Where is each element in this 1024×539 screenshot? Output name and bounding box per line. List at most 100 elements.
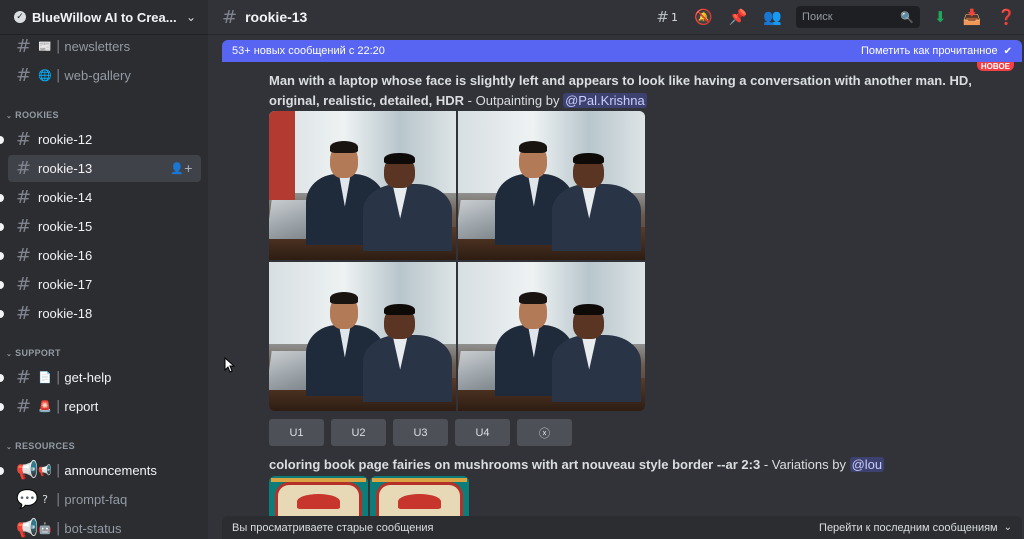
user-mention[interactable]: @lou	[849, 457, 885, 472]
upscale-2-button[interactable]: U2	[331, 419, 386, 446]
help-button[interactable]: ❓	[997, 8, 1016, 26]
unread-indicator	[0, 280, 4, 289]
chevron-down-icon: ⌄	[1003, 522, 1012, 533]
newspaper-icon: 📰	[38, 40, 52, 53]
verified-check-icon: ✓	[14, 11, 26, 23]
old-messages-notice: Вы просматриваете старые сообщения	[232, 521, 434, 534]
old-messages-bar: Вы просматриваете старые сообщения Перей…	[222, 516, 1022, 539]
download-icon: ⬇	[934, 8, 947, 26]
header-toolbar: #1 🔕 📌 👥 🔍 ⬇ 📥 ❓	[648, 0, 1024, 34]
siren-icon: 🚨	[38, 400, 52, 413]
megaphone-icon: 📢	[16, 518, 39, 539]
hash-icon: #	[16, 187, 32, 208]
channel-rookie-14[interactable]: # rookie-14	[0, 184, 201, 211]
upscale-4-button[interactable]: U4	[455, 419, 510, 446]
cancel-icon[interactable]: ⓧ	[517, 419, 572, 446]
channel-title: rookie-13	[245, 9, 308, 25]
hash-icon: #	[16, 274, 32, 295]
channel-newsletters[interactable]: # 📰 | newsletters	[8, 33, 201, 60]
channel-web-gallery[interactable]: # 🌐 | web-gallery	[8, 62, 201, 89]
unread-indicator	[0, 466, 4, 475]
hash-icon: #	[222, 6, 238, 28]
channel-rookie-18[interactable]: # rookie-18	[0, 300, 201, 327]
upscale-1-button[interactable]: U1	[269, 419, 324, 446]
threads-icon: #	[656, 8, 669, 26]
channel-rookie-12[interactable]: # rookie-12	[0, 126, 201, 153]
generated-image[interactable]	[458, 262, 645, 411]
bell-off-icon: 🔕	[693, 8, 713, 26]
jump-to-present-button[interactable]: Перейти к последним сообщениям ⌄	[819, 522, 1012, 534]
channel-rookie-16[interactable]: # rookie-16	[0, 242, 201, 269]
inbox-icon: 📥	[962, 8, 982, 26]
help-icon: ❓	[997, 8, 1016, 26]
hash-icon: #	[16, 36, 32, 57]
prompt-text: coloring book page fairies on mushrooms …	[269, 457, 761, 472]
unread-indicator	[0, 309, 4, 318]
new-messages-bar[interactable]: 53+ новых сообщений с 22:20 Пометить как…	[222, 40, 1022, 62]
image-grid[interactable]	[269, 111, 645, 411]
server-name: BlueWillow AI to Crea...	[32, 9, 177, 25]
category-support[interactable]: ⌄ SUPPORT	[6, 348, 61, 358]
hash-icon: #	[16, 65, 32, 86]
server-header[interactable]: ✓ BlueWillow AI to Crea... ⌄	[0, 0, 208, 34]
hash-icon: #	[16, 158, 32, 179]
chevron-down-icon: ⌄	[6, 444, 13, 451]
channel-get-help[interactable]: # 📄 | get-help	[0, 364, 201, 391]
generated-image[interactable]	[269, 262, 456, 411]
hash-icon: #	[16, 303, 32, 324]
hash-icon: #	[16, 245, 32, 266]
search-icon: 🔍	[900, 10, 915, 24]
chevron-down-icon: ⌄	[6, 113, 13, 120]
robot-icon: 🤖	[38, 522, 52, 535]
hash-icon: #	[16, 396, 32, 417]
mute-button[interactable]: 🔕	[694, 8, 713, 26]
threads-button[interactable]: #1	[656, 8, 678, 26]
unread-indicator	[0, 193, 4, 202]
channel-prompt-faq[interactable]: 💬 ? | prompt-faq	[8, 486, 201, 513]
channel-sidebar: ✓ BlueWillow AI to Crea... ⌄ # 📰 | newsl…	[0, 0, 208, 539]
hash-icon: #	[16, 367, 32, 388]
generated-image[interactable]	[269, 111, 456, 260]
channel-rookie-17[interactable]: # rookie-17	[0, 271, 201, 298]
globe-icon: 🌐	[38, 69, 52, 82]
unread-indicator	[0, 222, 4, 231]
search-box[interactable]: 🔍	[796, 6, 921, 28]
unread-indicator	[0, 251, 4, 260]
new-divider-badge: НОВОЕ	[976, 62, 1014, 71]
category-resources[interactable]: ⌄ RESOURCES	[6, 441, 75, 451]
document-icon: 📄	[38, 371, 52, 384]
generated-image[interactable]	[458, 111, 645, 260]
question-icon: ?	[42, 493, 48, 506]
hash-icon: #	[16, 216, 32, 237]
mark-read-icon: ✔	[1003, 45, 1012, 57]
upscale-3-button[interactable]: U3	[393, 419, 448, 446]
megaphone-icon: 📢	[38, 464, 52, 477]
new-messages-count: 53+ новых сообщений с 22:20	[232, 45, 385, 57]
channel-header: # rookie-13 #1 🔕 📌 👥 🔍 ⬇ 📥 ❓	[208, 0, 1024, 34]
megaphone-icon: 📢	[16, 460, 39, 481]
channel-announcements[interactable]: 📢 📢 | announcements	[0, 457, 201, 484]
add-user-icon[interactable]: 👤+	[170, 162, 193, 175]
category-rookies[interactable]: ⌄ ROOKIES	[6, 110, 59, 120]
download-button[interactable]: ⬇	[934, 8, 947, 26]
chevron-down-icon: ⌄	[6, 351, 13, 358]
message-content: coloring book page fairies on mushrooms …	[269, 457, 885, 472]
hash-icon: #	[16, 129, 32, 150]
message-content: Man with a laptop whose face is slightly…	[269, 73, 972, 108]
search-input[interactable]	[802, 11, 901, 23]
pin-icon: 📌	[728, 8, 748, 26]
chevron-down-icon[interactable]: ⌄	[186, 10, 196, 24]
channel-label: web-gallery	[64, 68, 131, 83]
unread-indicator	[0, 135, 4, 144]
channel-report[interactable]: # 🚨 | report	[0, 393, 201, 420]
mark-as-read-button[interactable]: Пометить как прочитанное ✔	[861, 45, 1012, 57]
pinned-button[interactable]: 📌	[729, 8, 748, 26]
forum-icon: 💬	[16, 489, 39, 510]
channel-bot-status[interactable]: 📢 🤖 | bot-status	[8, 515, 201, 539]
channel-rookie-15[interactable]: # rookie-15	[0, 213, 201, 240]
unread-indicator	[0, 402, 4, 411]
inbox-button[interactable]: 📥	[963, 8, 982, 26]
channel-rookie-13[interactable]: # rookie-13 👤+	[8, 155, 201, 182]
member-list-button[interactable]: 👥	[763, 8, 782, 26]
user-mention[interactable]: @Pal.Krishna	[563, 93, 647, 108]
